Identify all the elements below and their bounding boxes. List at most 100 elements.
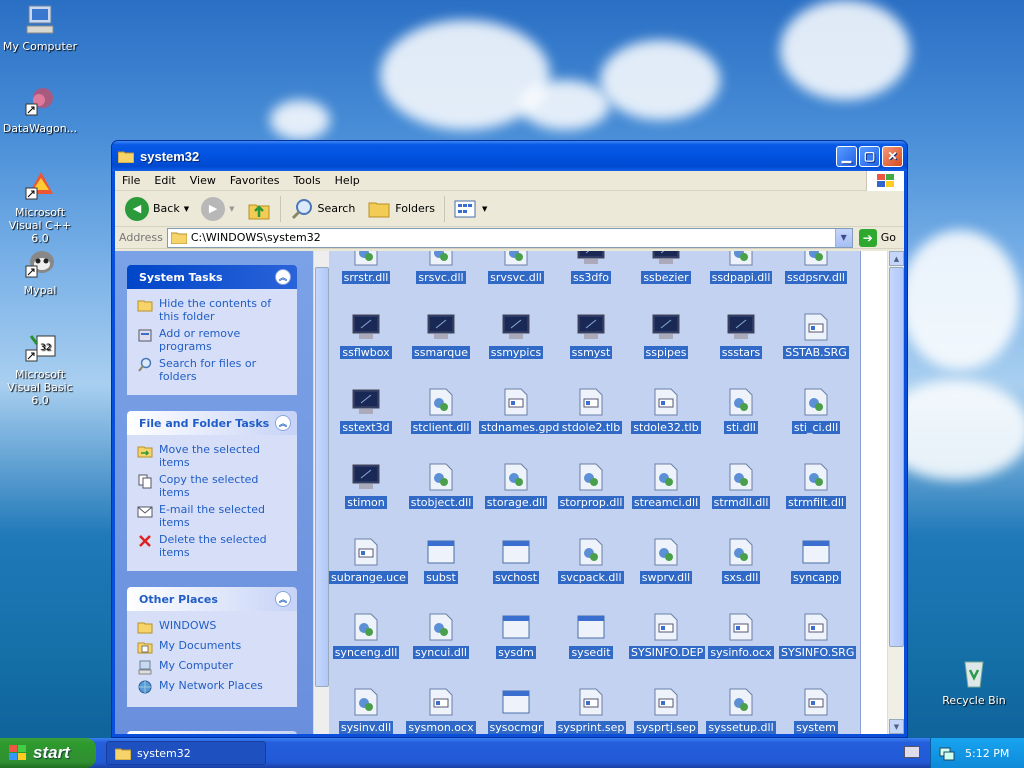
folders-button[interactable]: Folders [361, 194, 441, 224]
back-button[interactable]: ◀ Back ▼ [119, 194, 195, 224]
file-item[interactable]: syssetup.dll [704, 687, 778, 734]
file-item[interactable]: ssflwbox [329, 312, 403, 359]
desktop-icon-visual-cpp[interactable]: Microsoft Visual C++ 6.0 [0, 168, 80, 245]
menu-view[interactable]: View [183, 174, 223, 187]
file-item[interactable]: storprop.dll [554, 462, 628, 509]
address-input[interactable]: C:\WINDOWS\system32 ▼ [166, 227, 853, 248]
file-item[interactable]: stdole32.tlb [629, 387, 703, 434]
file-item[interactable]: sxs.dll [704, 537, 778, 584]
menu-favorites[interactable]: Favorites [223, 174, 287, 187]
taskbar-window-system32[interactable]: system32 [106, 741, 266, 765]
file-item[interactable]: stimon [329, 462, 403, 509]
minimize-button[interactable]: ▁ [836, 145, 857, 167]
file-item[interactable]: svchost [479, 537, 553, 584]
file-item[interactable]: svcpack.dll [554, 537, 628, 584]
network-tray-icon[interactable] [939, 745, 955, 761]
file-item[interactable]: ssstars [704, 312, 778, 359]
file-item[interactable]: ssmyst [554, 312, 628, 359]
file-item[interactable]: stdole2.tlb [554, 387, 628, 434]
file-item[interactable]: ss3dfo [554, 251, 628, 284]
close-button[interactable]: ✕ [882, 145, 903, 167]
file-item[interactable]: sysdm [479, 612, 553, 659]
menu-tools[interactable]: Tools [287, 174, 328, 187]
file-item[interactable]: sti.dll [704, 387, 778, 434]
maximize-button[interactable]: ▢ [859, 145, 880, 167]
file-item[interactable]: ssmypics [479, 312, 553, 359]
file-item[interactable]: sspipes [629, 312, 703, 359]
other-places-header[interactable]: Other Places ︽ [127, 587, 297, 611]
file-item[interactable]: stclient.dll [404, 387, 478, 434]
desktop-icon-datawagon[interactable]: DataWagon... [0, 84, 80, 135]
file-item[interactable]: streamci.dll [629, 462, 703, 509]
file-item[interactable]: sysocmgr [479, 687, 553, 734]
up-button[interactable] [241, 194, 277, 224]
task-search-files[interactable]: Search for files or folders [137, 357, 289, 383]
file-item[interactable]: subrange.uce [329, 537, 408, 584]
file-item[interactable]: syncapp [779, 537, 853, 584]
menu-help[interactable]: Help [328, 174, 367, 187]
file-item[interactable]: SYSINFO.SRG [779, 612, 857, 659]
title-bar[interactable]: system32 ▁ ▢ ✕ [112, 141, 907, 171]
collapse-chevron-icon[interactable]: ︽ [275, 415, 291, 431]
task-move-items[interactable]: Move the selected items [137, 443, 289, 469]
file-item[interactable]: storage.dll [479, 462, 553, 509]
file-item[interactable]: sti_ci.dll [779, 387, 853, 434]
file-item[interactable]: system [779, 687, 853, 734]
search-button[interactable]: Search [284, 194, 362, 224]
file-item[interactable]: SSTAB.SRG [779, 312, 853, 359]
scroll-down-arrow-icon[interactable]: ▼ [889, 719, 904, 734]
file-item[interactable]: ssdpapi.dll [704, 251, 778, 284]
task-copy-items[interactable]: Copy the selected items [137, 473, 289, 499]
file-item[interactable]: sstext3d [329, 387, 403, 434]
task-email-items[interactable]: E-mail the selected items [137, 503, 289, 529]
scrollbar-thumb[interactable] [889, 267, 904, 647]
file-item[interactable]: ssbezier [629, 251, 703, 284]
file-item[interactable]: ssdpsrv.dll [779, 251, 853, 284]
desktop-icon-my-computer[interactable]: My Computer [0, 2, 80, 53]
task-pane-scrollbar[interactable] [313, 251, 329, 734]
file-item[interactable]: srvsvc.dll [479, 251, 553, 284]
clock[interactable]: 5:12 PM [965, 747, 1009, 760]
place-my-network-places[interactable]: My Network Places [137, 679, 289, 695]
file-item[interactable]: sysprint.sep [554, 687, 628, 734]
place-my-computer[interactable]: My Computer [137, 659, 289, 675]
file-view-scrollbar[interactable]: ▲ ▼ [887, 251, 904, 734]
desktop-icon-recycle-bin[interactable]: Recycle Bin [934, 656, 1014, 707]
file-item[interactable]: sysinv.dll [329, 687, 403, 734]
file-item[interactable]: sysmon.ocx [404, 687, 478, 734]
file-item[interactable]: sysprtj.sep [629, 687, 703, 734]
file-item[interactable]: sysedit [554, 612, 628, 659]
file-item[interactable]: srrstr.dll [329, 251, 403, 284]
file-item[interactable]: strmdll.dll [704, 462, 778, 509]
desktop-icon-mypal[interactable]: Mypal [0, 246, 80, 297]
file-item[interactable]: subst [404, 537, 478, 584]
place-windows[interactable]: WINDOWS [137, 619, 289, 635]
collapse-chevron-icon[interactable]: ︽ [275, 269, 291, 285]
file-item[interactable]: strmfilt.dll [779, 462, 853, 509]
system-tasks-header[interactable]: System Tasks ︽ [127, 265, 297, 289]
file-item[interactable]: stobject.dll [404, 462, 478, 509]
go-button[interactable]: ➔ Go [853, 228, 904, 247]
start-button[interactable]: start [0, 738, 96, 768]
address-dropdown-button[interactable]: ▼ [834, 228, 852, 247]
task-hide-contents[interactable]: Hide the contents of this folder [137, 297, 289, 323]
file-item[interactable]: sysinfo.ocx [704, 612, 778, 659]
views-button[interactable]: ▼ [448, 194, 493, 224]
file-item[interactable]: SYSINFO.DEP [629, 612, 706, 659]
file-item[interactable]: srsvc.dll [404, 251, 478, 284]
scrollbar-thumb[interactable] [315, 267, 329, 687]
task-add-remove-programs[interactable]: Add or remove programs [137, 327, 289, 353]
forward-button[interactable]: ▶ ▼ [195, 194, 240, 224]
place-my-documents[interactable]: My Documents [137, 639, 289, 655]
file-item[interactable]: stdnames.gpd [479, 387, 562, 434]
file-folder-tasks-header[interactable]: File and Folder Tasks ︽ [127, 411, 297, 435]
file-item[interactable]: synceng.dll [329, 612, 403, 659]
scroll-up-arrow-icon[interactable]: ▲ [889, 251, 904, 266]
task-delete-items[interactable]: Delete the selected items [137, 533, 289, 559]
file-item[interactable]: syncui.dll [404, 612, 478, 659]
menu-file[interactable]: File [115, 174, 147, 187]
file-item[interactable]: ssmarque [404, 312, 478, 359]
menu-edit[interactable]: Edit [147, 174, 182, 187]
file-item[interactable]: swprv.dll [629, 537, 703, 584]
desktop-icon-visual-basic[interactable]: 32 Microsoft Visual Basic 6.0 [0, 330, 80, 407]
